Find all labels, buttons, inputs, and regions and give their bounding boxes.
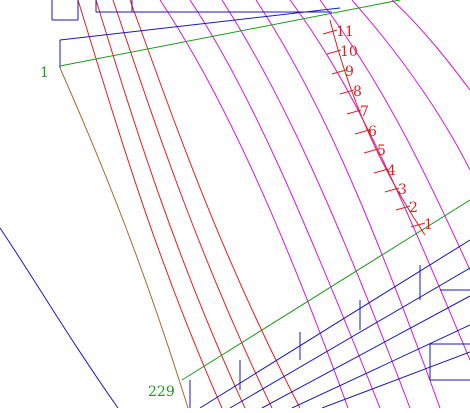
red-arc-2 xyxy=(95,0,246,409)
scale-label: 4 xyxy=(387,163,396,179)
red-arc-1 xyxy=(77,0,223,409)
scale-label: 5 xyxy=(377,143,386,159)
magenta-arc-8 xyxy=(391,0,470,91)
line-marker-bottom: 229 xyxy=(148,384,175,400)
line-marker-top: 1 xyxy=(40,65,49,81)
magenta-arc-7 xyxy=(351,0,470,171)
brown-boundary-arc xyxy=(59,67,189,409)
blue-grid-top xyxy=(51,0,341,68)
scale-label: 11 xyxy=(336,24,354,40)
magenta-arc-3 xyxy=(221,0,411,409)
scale-label: 6 xyxy=(368,124,377,140)
blue-line xyxy=(229,267,470,409)
scale-label: 1 xyxy=(424,217,433,233)
red-arc-4 xyxy=(129,0,301,409)
scale-label: 10 xyxy=(340,44,358,60)
scale-tick xyxy=(354,129,370,135)
scale-label: 9 xyxy=(345,64,354,80)
magenta-arc-1 xyxy=(159,0,349,409)
red-arc-3 xyxy=(112,0,273,409)
scale-label: 8 xyxy=(353,84,362,100)
scale-label: 2 xyxy=(409,200,418,216)
red-scale: 123456 7 8 9 10 11 xyxy=(322,19,433,236)
magenta-arc-2 xyxy=(189,0,381,409)
scale-tick xyxy=(363,148,379,154)
scale-tick xyxy=(373,168,389,174)
scale-tick xyxy=(331,69,347,75)
outer-boundary-arc xyxy=(0,227,119,409)
diagram-canvas: 1 2 3 4 5 6 7 8 9 10 11 1 229 xyxy=(0,0,470,409)
concentric-arc-diagram: 1234567891011 1 229 xyxy=(0,0,470,409)
scale-tick xyxy=(322,29,338,35)
scale-label: 3 xyxy=(398,182,407,198)
red-arc-group xyxy=(77,0,301,409)
scale-label: 7 xyxy=(360,104,369,120)
blue-line xyxy=(291,324,470,409)
magenta-arc-6 xyxy=(319,0,470,271)
blue-line xyxy=(59,7,341,41)
